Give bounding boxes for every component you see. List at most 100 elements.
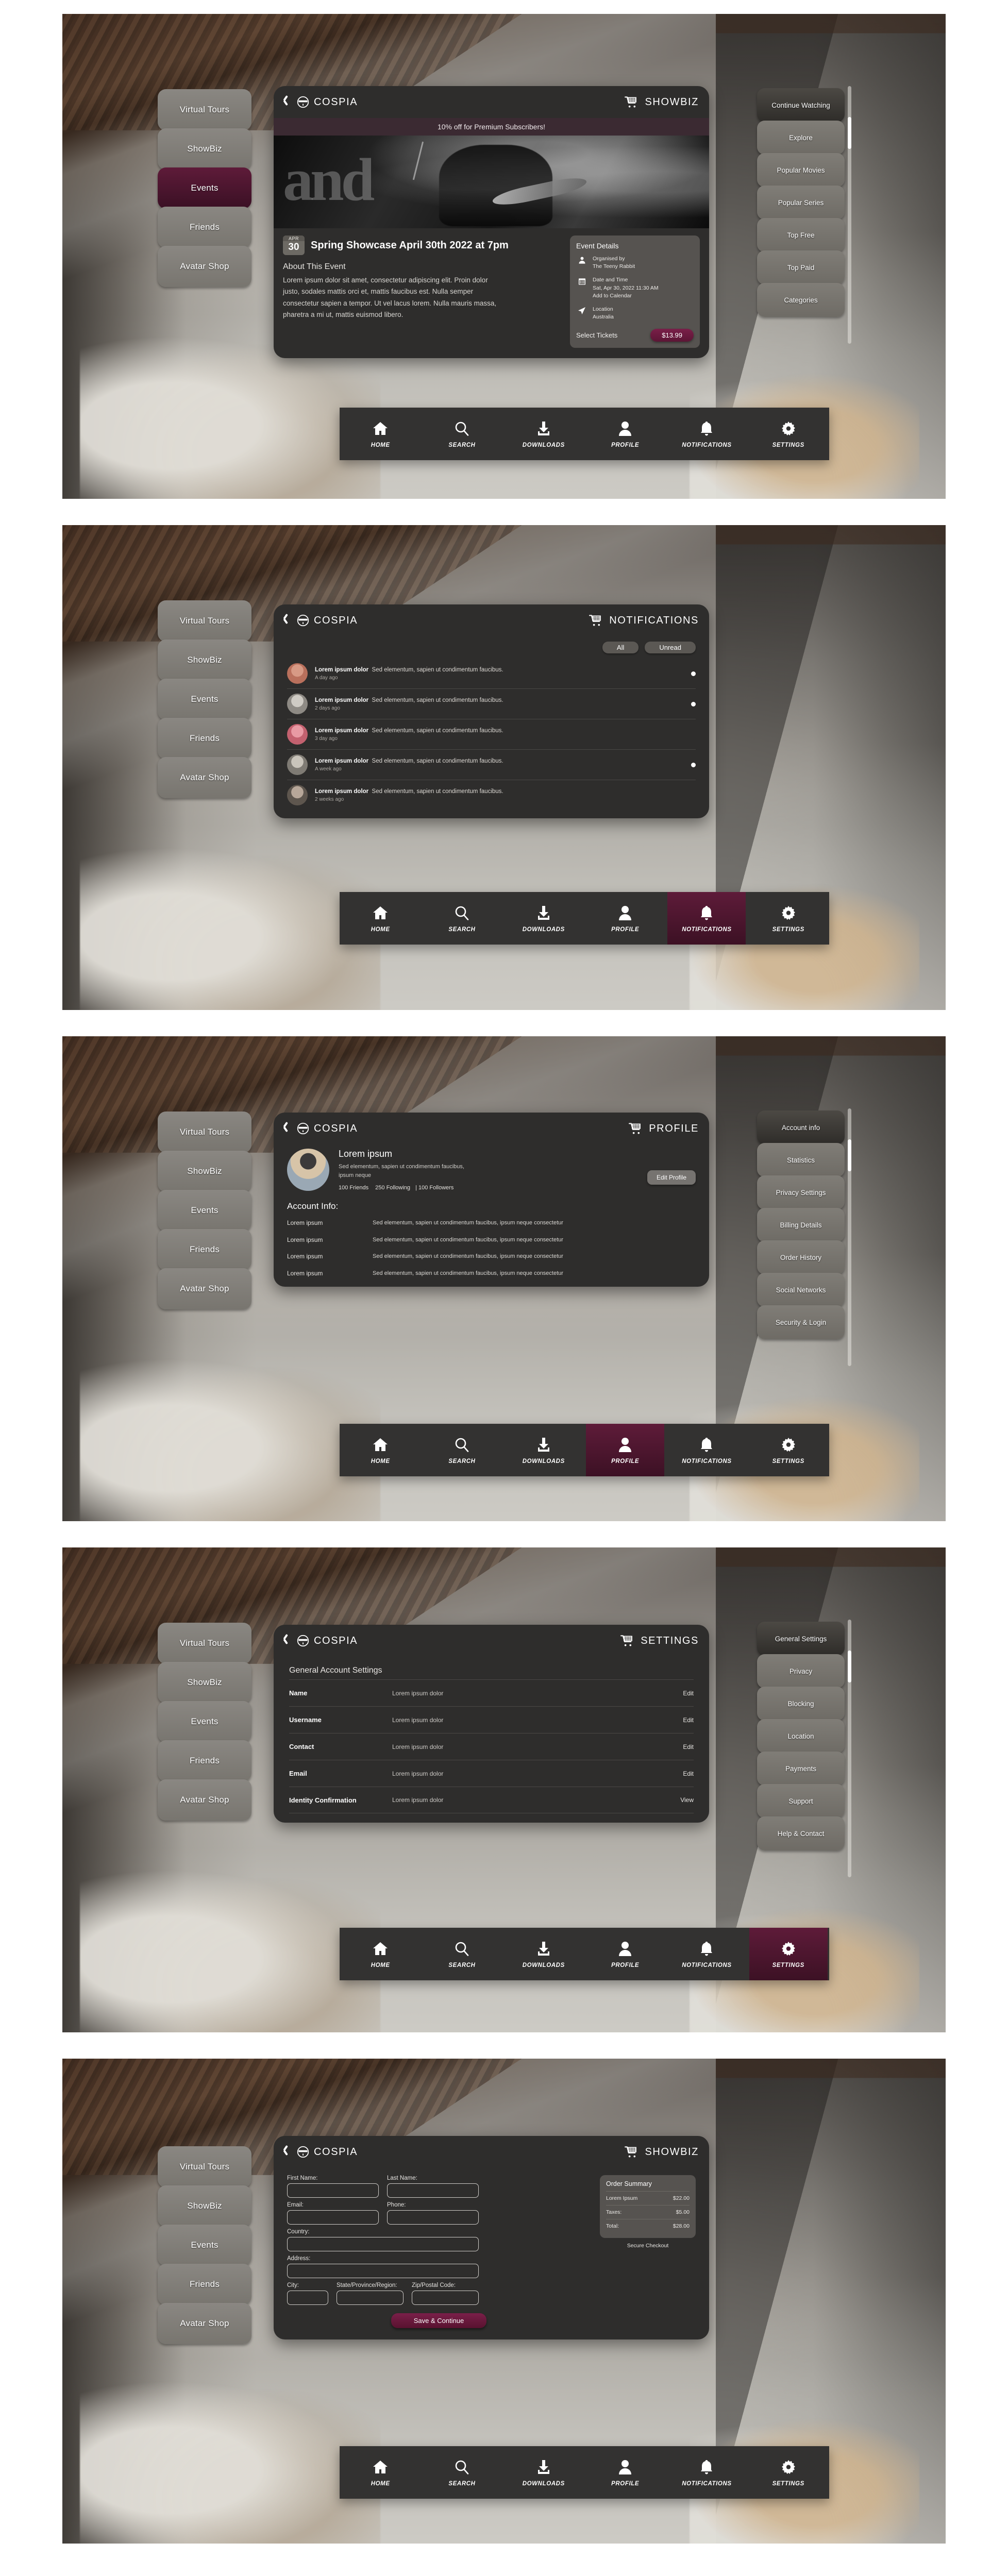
list-item[interactable]: Lorem ipsum dolor Sed elementum, sapien …: [287, 659, 696, 689]
nav-item-home[interactable]: HOME: [341, 1424, 419, 1476]
rail-item-social-networks[interactable]: Social Networks: [757, 1273, 845, 1307]
right-rail-scrollbar[interactable]: [848, 86, 851, 344]
address-input[interactable]: [287, 2264, 479, 2278]
nav-item-notifications[interactable]: NOTIFICATIONS: [667, 1928, 746, 1980]
shopping-cart-icon[interactable]: [625, 96, 639, 108]
rail-item-popular-series[interactable]: Popular Series: [757, 186, 845, 220]
list-item[interactable]: Lorem ipsum dolor Sed elementum, sapien …: [287, 780, 696, 810]
sidebar-item-avatar-shop[interactable]: Avatar Shop: [158, 1268, 251, 1309]
rail-item-blocking[interactable]: Blocking: [757, 1687, 845, 1721]
rail-item-popular-movies[interactable]: Popular Movies: [757, 153, 845, 187]
sidebar-item-virtual-tours[interactable]: Virtual Tours: [158, 89, 251, 130]
sidebar-item-showbiz[interactable]: ShowBiz: [158, 128, 251, 170]
add-to-calendar-link[interactable]: Add to Calendar: [593, 292, 659, 300]
sidebar-item-events[interactable]: Events: [158, 2225, 251, 2266]
setting-action-view[interactable]: View: [680, 1796, 694, 1804]
rail-item-order-history[interactable]: Order History: [757, 1240, 845, 1274]
nav-item-search[interactable]: SEARCH: [423, 1928, 501, 1980]
rail-item-explore[interactable]: Explore: [757, 121, 845, 155]
setting-action-edit[interactable]: Edit: [683, 1743, 694, 1750]
nav-item-search[interactable]: SEARCH: [423, 408, 501, 460]
first-name-input[interactable]: [287, 2183, 379, 2198]
sidebar-item-avatar-shop[interactable]: Avatar Shop: [158, 757, 251, 798]
last-name-input[interactable]: [387, 2183, 479, 2198]
sidebar-item-friends[interactable]: Friends: [158, 718, 251, 759]
back-chevron-icon[interactable]: [283, 1122, 289, 1135]
nav-item-downloads[interactable]: DOWNLOADS: [505, 1424, 583, 1476]
ticket-price-button[interactable]: $13.99: [650, 328, 694, 342]
state-input[interactable]: [337, 2291, 404, 2305]
setting-action-edit[interactable]: Edit: [683, 1690, 694, 1697]
shopping-cart-icon[interactable]: [620, 1635, 634, 1647]
nav-item-settings[interactable]: SETTINGS: [749, 1424, 828, 1476]
sidebar-item-events[interactable]: Events: [158, 167, 251, 209]
sidebar-item-showbiz[interactable]: ShowBiz: [158, 1151, 251, 1192]
sidebar-item-friends[interactable]: Friends: [158, 207, 251, 248]
sidebar-item-virtual-tours[interactable]: Virtual Tours: [158, 2146, 251, 2187]
nav-item-settings[interactable]: SETTINGS: [749, 1928, 828, 1980]
nav-item-home[interactable]: HOME: [341, 1928, 419, 1980]
edit-profile-button[interactable]: Edit Profile: [647, 1170, 696, 1185]
phone-input[interactable]: [387, 2210, 479, 2225]
zip-input[interactable]: [412, 2291, 479, 2305]
nav-item-profile[interactable]: PROFILE: [586, 892, 664, 945]
back-chevron-icon[interactable]: [283, 614, 289, 627]
list-item[interactable]: Lorem ipsum dolor Sed elementum, sapien …: [287, 750, 696, 780]
country-input[interactable]: [287, 2237, 479, 2251]
filter-unread-button[interactable]: Unread: [645, 642, 696, 653]
city-input[interactable]: [287, 2291, 328, 2305]
nav-item-search[interactable]: SEARCH: [423, 1424, 501, 1476]
right-rail-scrollbar[interactable]: [848, 1620, 851, 1877]
shopping-cart-icon[interactable]: [589, 614, 603, 627]
sidebar-item-events[interactable]: Events: [158, 1190, 251, 1231]
sidebar-item-showbiz[interactable]: ShowBiz: [158, 639, 251, 681]
rail-item-categories[interactable]: Categories: [757, 283, 845, 317]
shopping-cart-icon[interactable]: [629, 1122, 643, 1135]
rail-item-privacy[interactable]: Privacy: [757, 1654, 845, 1688]
filter-all-button[interactable]: All: [602, 642, 639, 653]
rail-item-top-paid[interactable]: Top Paid: [757, 250, 845, 284]
rail-item-help-contact[interactable]: Help & Contact: [757, 1816, 845, 1850]
nav-item-settings[interactable]: SETTINGS: [749, 892, 828, 945]
email-input[interactable]: [287, 2210, 379, 2225]
nav-item-downloads[interactable]: DOWNLOADS: [505, 408, 583, 460]
scrollbar-thumb[interactable]: [848, 1651, 851, 1682]
rail-item-continue-watching[interactable]: Continue Watching: [757, 88, 845, 122]
nav-item-notifications[interactable]: NOTIFICATIONS: [667, 2446, 746, 2499]
nav-item-settings[interactable]: SETTINGS: [749, 408, 828, 460]
back-chevron-icon[interactable]: [283, 2145, 289, 2159]
nav-item-home[interactable]: HOME: [341, 2446, 419, 2499]
nav-item-notifications[interactable]: NOTIFICATIONS: [667, 892, 746, 945]
nav-item-profile[interactable]: PROFILE: [586, 2446, 664, 2499]
list-item[interactable]: Lorem ipsum dolor Sed elementum, sapien …: [287, 719, 696, 750]
rail-item-account-info[interactable]: Account info: [757, 1110, 845, 1144]
nav-item-notifications[interactable]: NOTIFICATIONS: [667, 1424, 746, 1476]
nav-item-profile[interactable]: PROFILE: [586, 408, 664, 460]
sidebar-item-avatar-shop[interactable]: Avatar Shop: [158, 2303, 251, 2344]
sidebar-item-virtual-tours[interactable]: Virtual Tours: [158, 600, 251, 642]
rail-item-top-free[interactable]: Top Free: [757, 218, 845, 252]
nav-item-search[interactable]: SEARCH: [423, 892, 501, 945]
nav-item-home[interactable]: HOME: [341, 892, 419, 945]
sidebar-item-avatar-shop[interactable]: Avatar Shop: [158, 246, 251, 287]
sidebar-item-avatar-shop[interactable]: Avatar Shop: [158, 1779, 251, 1821]
save-and-continue-button[interactable]: Save & Continue: [391, 2313, 487, 2328]
nav-item-downloads[interactable]: DOWNLOADS: [505, 1928, 583, 1980]
nav-item-search[interactable]: SEARCH: [423, 2446, 501, 2499]
scrollbar-thumb[interactable]: [848, 1139, 851, 1171]
sidebar-item-events[interactable]: Events: [158, 679, 251, 720]
rail-item-general-settings[interactable]: General Settings: [757, 1622, 845, 1656]
nav-item-settings[interactable]: SETTINGS: [749, 2446, 828, 2499]
sidebar-item-virtual-tours[interactable]: Virtual Tours: [158, 1112, 251, 1153]
sidebar-item-friends[interactable]: Friends: [158, 1229, 251, 1270]
setting-action-edit[interactable]: Edit: [683, 1716, 694, 1724]
sidebar-item-virtual-tours[interactable]: Virtual Tours: [158, 1623, 251, 1664]
scrollbar-thumb[interactable]: [848, 117, 851, 149]
right-rail-scrollbar[interactable]: [848, 1108, 851, 1366]
rail-item-payments[interactable]: Payments: [757, 1752, 845, 1786]
setting-action-edit[interactable]: Edit: [683, 1770, 694, 1777]
nav-item-profile[interactable]: PROFILE: [586, 1928, 664, 1980]
shopping-cart-icon[interactable]: [625, 2146, 639, 2158]
rail-item-security-login[interactable]: Security & Login: [757, 1305, 845, 1339]
nav-item-downloads[interactable]: DOWNLOADS: [505, 892, 583, 945]
